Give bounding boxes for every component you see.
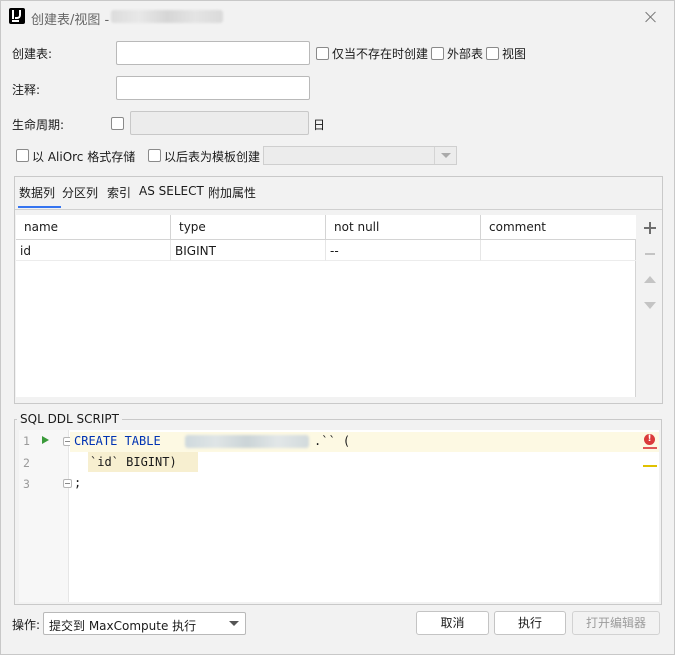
- error-icon[interactable]: !: [644, 434, 655, 445]
- lifecycle-days-input[interactable]: [130, 111, 309, 135]
- intellij-app-icon: [9, 8, 25, 24]
- table-cell-comment[interactable]: [481, 240, 636, 261]
- only-if-not-exists-label: 仅当不存在时创建: [332, 47, 429, 61]
- template-table-select[interactable]: [263, 146, 457, 165]
- only-if-not-exists-checkbox[interactable]: [316, 47, 329, 60]
- sql-keyword-create-table: CREATE TABLE: [74, 434, 161, 448]
- table-cell-type[interactable]: BIGINT: [171, 240, 326, 261]
- window-title: 创建表/视图 -: [31, 13, 110, 28]
- comment-label: 注释:: [12, 83, 41, 97]
- redacted-title-text: [111, 10, 223, 23]
- column-header-not-null[interactable]: not null: [326, 215, 481, 240]
- cancel-button[interactable]: 取消: [416, 611, 489, 635]
- active-tab-indicator: [18, 206, 61, 208]
- tab-data-columns[interactable]: 数据列: [19, 184, 55, 201]
- template-label: 以后表为模板创建: [164, 150, 261, 164]
- column-header-type[interactable]: type: [171, 215, 326, 240]
- operation-label: 操作:: [12, 618, 41, 632]
- aliorc-label: 以 AliOrc 格式存储: [32, 150, 136, 164]
- comment-input[interactable]: [116, 76, 310, 100]
- chevron-down-icon: [229, 621, 239, 626]
- operation-select[interactable]: 提交到 MaxCompute 执行: [43, 612, 246, 635]
- warning-stripe-mark[interactable]: [643, 465, 657, 467]
- title-bar: 创建表/视图 -: [1, 1, 674, 33]
- lifecycle-label: 生命周期:: [12, 118, 65, 132]
- fold-icon[interactable]: [63, 479, 72, 488]
- table-cell-name[interactable]: id: [16, 240, 171, 261]
- error-stripe-mark[interactable]: [643, 447, 657, 449]
- tab-indexes[interactable]: 索引: [107, 184, 131, 201]
- tab-as-select[interactable]: AS SELECT: [139, 184, 204, 198]
- run-icon[interactable]: [42, 436, 49, 444]
- tab-partition-columns[interactable]: 分区列: [62, 184, 98, 201]
- column-header-name[interactable]: name: [16, 215, 171, 240]
- remove-icon[interactable]: [642, 246, 658, 262]
- line-number: 3: [23, 477, 30, 491]
- lifecycle-checkbox[interactable]: [111, 117, 124, 130]
- external-table-checkbox[interactable]: [431, 47, 444, 60]
- table-cell-not-null[interactable]: --: [326, 240, 481, 261]
- editor-gutter: 1 2 3: [19, 430, 72, 602]
- columns-grid: name type not null comment id BIGINT --: [16, 215, 636, 397]
- template-checkbox[interactable]: [148, 149, 161, 162]
- table-name-input[interactable]: [116, 41, 310, 65]
- close-icon[interactable]: [641, 7, 661, 27]
- view-label: 视图: [502, 47, 527, 61]
- open-editor-button[interactable]: 打开编辑器: [572, 611, 660, 635]
- lifecycle-unit-label: 日: [313, 118, 326, 132]
- grid-toolbar: [638, 215, 662, 397]
- sql-line1-tail: .`` (: [314, 434, 351, 448]
- sql-line2: `id` BIGINT): [90, 455, 177, 469]
- move-up-icon[interactable]: [642, 272, 658, 288]
- add-icon[interactable]: [642, 220, 658, 236]
- sql-ddl-legend: SQL DDL SCRIPT: [17, 412, 122, 426]
- create-table-dialog: 创建表/视图 - 创建表: 仅当不存在时创建 外部表 视图 注释: 生命周期: …: [0, 0, 675, 655]
- tab-separator: [15, 209, 662, 210]
- columns-tab-panel: 数据列 分区列 索引 AS SELECT 附加属性 name type not …: [14, 176, 663, 404]
- line-number: 1: [23, 434, 30, 448]
- column-header-comment[interactable]: comment: [481, 215, 636, 240]
- line-number: 2: [23, 456, 30, 470]
- chevron-down-icon: [434, 147, 456, 164]
- execute-button[interactable]: 执行: [494, 611, 566, 635]
- redacted-table-name: [185, 435, 309, 448]
- external-table-label: 外部表: [447, 47, 484, 61]
- create-table-label: 创建表:: [12, 47, 53, 61]
- move-down-icon[interactable]: [642, 297, 658, 313]
- sql-editor[interactable]: 1 2 3 CREATE TABLE .`` ( `id` BIGINT) ; …: [19, 430, 659, 602]
- sql-line3: ;: [74, 476, 82, 490]
- view-checkbox[interactable]: [486, 47, 499, 60]
- tab-extra-properties[interactable]: 附加属性: [208, 184, 256, 201]
- aliorc-checkbox[interactable]: [16, 149, 29, 162]
